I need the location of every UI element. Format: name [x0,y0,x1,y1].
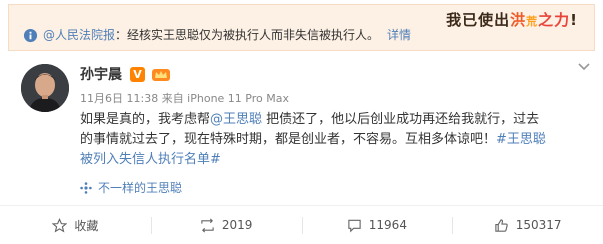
notice-row: @人民法院报 ：经核实王思聪仅为被执行人而非失信被执行人。 详情 [23,27,411,43]
comment-count: 11964 [368,218,407,232]
mention-link[interactable]: @王思聪 [210,112,262,127]
weibo-post-card: 我已使出洪荒之力! @人民法院报 ：经核实王思聪仅为被执行人而非失信被执行人。 … [0,0,603,244]
star-icon [52,217,68,232]
promo-part5: ! [570,11,578,29]
notice-account-link[interactable]: @人民法院报 [43,27,115,43]
promo-part2: 洪 [510,11,527,29]
repost-count: 2019 [221,218,253,232]
promo-slogan: 我已使出洪荒之力! [446,9,578,30]
post-content: 如果是真的，我考虑帮@王思聪 把债还了，他以后创业成功再还给我就行，过去 的事情… [80,110,585,170]
info-circle-icon [23,28,38,42]
content-text: 如果是真的，我考虑帮 [80,112,211,127]
content-text: 把债还了，他以后创业成功再还给我就行，过去 [262,112,540,127]
promo-part4: 之力 [538,11,571,29]
post-meta: 11月6日 11:38 来自 iPhone 11 Pro Max [80,92,289,105]
repost-icon [201,218,214,232]
avatar[interactable] [21,64,69,112]
like-button[interactable]: 150317 [452,206,603,244]
location-tag[interactable]: 不一样的王思聪 [80,179,182,196]
avatar-image [21,64,69,112]
chevron-down-icon[interactable] [577,62,591,72]
location-label: 不一样的王思聪 [98,181,183,195]
comment-button[interactable]: 11964 [301,206,453,244]
content-line-3: 被列入失信人执行名单# [80,150,585,170]
member-crown-icon[interactable] [151,66,171,82]
author-name[interactable]: 孙宇晨 [80,64,122,84]
sparkle-icon [80,181,92,194]
comment-icon [348,219,361,232]
content-line-2: 的事情就过去了，现在特殊时期，都是创业者，不容易。互相多体谅吧！#王思聪 [80,130,585,150]
like-count: 150317 [515,218,562,232]
content-line-1: 如果是真的，我考虑帮@王思聪 把债还了，他以后创业成功再还给我就行，过去 [80,110,585,130]
favorite-button[interactable]: 收藏 [0,206,151,244]
notice-detail-link[interactable]: 详情 [387,27,411,43]
repost-button[interactable]: 2019 [150,206,302,244]
favorite-label: 收藏 [74,218,99,233]
author-row: 孙宇晨 V [80,64,171,84]
promo-part1: 我已使出 [446,11,511,29]
thumbs-up-icon [495,218,508,232]
notice-text: ：经核实王思聪仅为被执行人而非失信被执行人。 [115,28,380,42]
content-text: 的事情就过去了，现在特殊时期，都是创业者，不容易。互相多体谅吧！ [80,132,497,147]
verified-badge[interactable]: V [130,66,145,82]
promo-part3: 荒 [526,15,539,28]
notice-banner: 我已使出洪荒之力! @人民法院报 ：经核实王思聪仅为被执行人而非失信被执行人。 … [8,4,595,51]
topic-link[interactable]: #王思聪 [496,132,546,147]
action-bar: 收藏 2019 11964 150317 [0,205,603,244]
topic-link[interactable]: 被列入失信人执行名单# [80,152,221,167]
